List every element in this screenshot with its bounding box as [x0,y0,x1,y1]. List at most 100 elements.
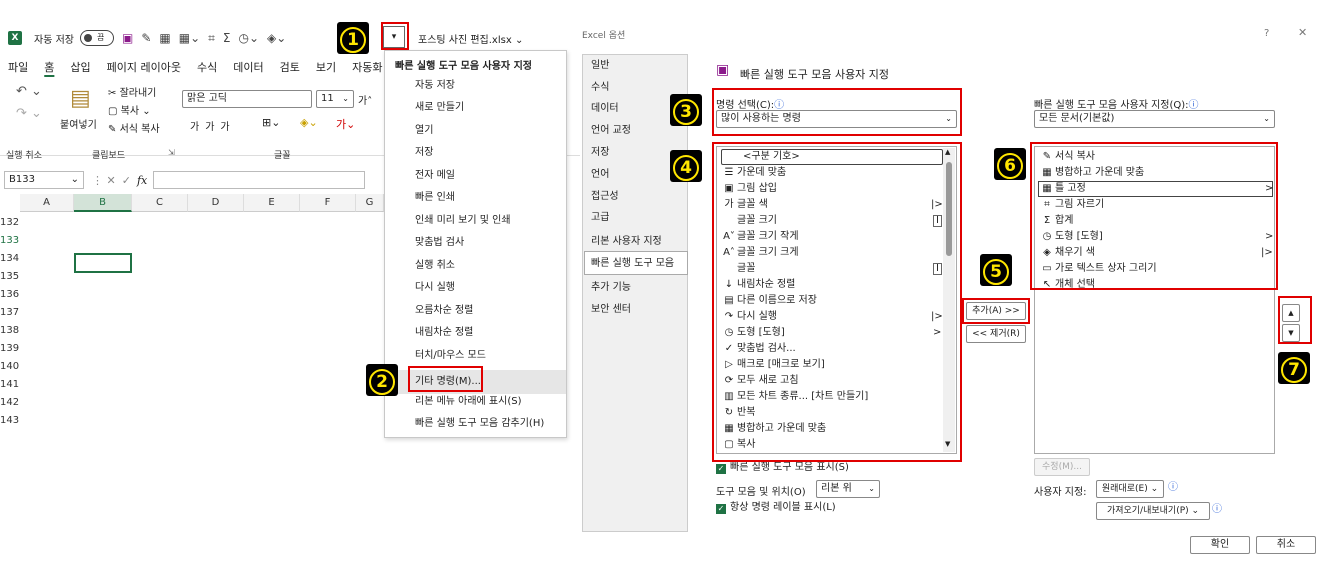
menu-item[interactable]: 오름차순 정렬 [415,302,473,320]
menu-item[interactable]: 다시 실행 [415,279,455,297]
fill-color-icon[interactable]: ◈⌄ [267,31,286,45]
menu-item[interactable]: 인쇄 미리 보기 및 인쇄 [415,212,511,230]
tab-page-layout[interactable]: 페이지 레이아웃 [99,58,189,78]
menu-item[interactable]: 실행 취소 [415,257,455,275]
row-header[interactable]: 137 [0,304,20,322]
row-header[interactable]: 134 [0,250,20,268]
border-icon[interactable]: ⊞⌄ [262,116,280,129]
column-header[interactable]: D [188,194,244,212]
help-icon[interactable]: ? [1264,28,1269,39]
font-color-icon[interactable]: 가⌄ [336,116,355,132]
formula-input[interactable] [153,171,366,189]
row-header[interactable]: 140 [0,358,20,376]
nav-item[interactable]: 일반 [591,57,609,75]
close-icon[interactable]: ✕ [1298,26,1307,39]
confirm-entry-icon[interactable]: ✓ [122,174,131,187]
tab-home[interactable]: 홈 [36,58,62,78]
nav-item[interactable]: 리본 사용자 지정 [591,233,662,251]
nav-item[interactable]: 언어 교정 [591,122,631,140]
menu-item[interactable]: 자동 저장 [415,77,455,95]
menu-item[interactable]: 터치/마우스 모드 [415,347,486,365]
row-header[interactable]: 142 [0,394,20,412]
file-name[interactable]: 포스팅 사진 편집.xlsx ⌄ [418,31,523,46]
format-painter-icon[interactable]: ✎ [141,31,151,45]
row-header[interactable]: 141 [0,376,20,394]
tab-review[interactable]: 검토 [272,58,308,78]
format-painter-button[interactable]: ✎ 서식 복사 [108,120,160,135]
shape-icon[interactable]: ◷⌄ [239,31,260,45]
column-header[interactable]: C [132,194,188,212]
menu-item[interactable]: 전자 메일 [415,167,455,185]
fx-icon[interactable]: fx [137,174,147,187]
nav-item[interactable]: 추가 기능 [591,279,631,297]
cancel-entry-icon[interactable]: ⋮ ✕ [92,174,116,187]
column-header[interactable]: B [74,194,132,212]
tab-data[interactable]: 데이터 [225,58,271,78]
font-name-combo[interactable]: 맑은 고딕 [182,90,312,108]
modify-button[interactable]: 수정(M)... [1034,458,1090,476]
name-box[interactable]: B133 ⌄ [4,171,84,189]
column-header[interactable]: E [244,194,300,212]
nav-item[interactable]: 데이터 [591,100,619,118]
nav-item[interactable]: 언어 [591,166,609,184]
tab-formulas[interactable]: 수식 [189,58,225,78]
step-badge-1: 1 [337,22,369,54]
always-labels-checkbox[interactable]: ✓ 항상 명령 레이블 표시(L) [716,500,836,516]
increase-font-icon[interactable]: 가˄ [358,92,372,107]
import-export-button[interactable]: 가져오기/내보내기(P) ⌄ [1096,502,1210,520]
nav-item[interactable]: 수식 [591,79,609,97]
font-size-combo[interactable]: 11 ⌄ [316,90,354,108]
cut-button[interactable]: ✂ 잘라내기 [108,84,156,99]
nav-item[interactable]: 보안 센터 [591,301,631,319]
copy-button[interactable]: ▢ 복사 ⌄ [108,102,151,117]
row-header[interactable]: 135 [0,268,20,286]
menu-item[interactable]: 리본 메뉴 아래에 표시(S) [415,393,522,411]
paste-label[interactable]: 붙여넣기 [60,116,97,131]
row-header[interactable]: 136 [0,286,20,304]
sum-icon[interactable]: Σ [223,31,231,45]
crop-icon[interactable]: ⌗ [208,31,215,46]
undo-icon[interactable]: ↶ ⌄ [16,84,42,99]
nav-item[interactable]: 고급 [591,209,609,227]
row-header[interactable]: 143 [0,412,20,430]
menu-item[interactable]: 맞춤법 검사 [415,234,464,252]
step-badge-6: 6 [994,148,1026,180]
show-qat-checkbox[interactable]: ✓ 빠른 실행 도구 모음 표시(S) [716,460,849,476]
tab-view[interactable]: 보기 [308,58,344,78]
menu-item[interactable]: 새로 만들기 [415,99,464,117]
bold-italic-underline-icons[interactable]: 가가가 [190,118,236,133]
reset-button[interactable]: 원래대로(E) ⌄ [1096,480,1164,498]
save-icon[interactable]: ▣ [122,31,133,45]
nav-item[interactable]: 저장 [591,144,609,162]
remove-button[interactable]: << 제거(R) [966,325,1026,343]
row-header[interactable]: 139 [0,340,20,358]
paste-icon[interactable]: ▤ [70,86,91,111]
selected-cell[interactable] [74,253,132,273]
freeze-panes-icon[interactable]: ▦⌄ [179,31,200,45]
menu-item[interactable]: 저장 [415,144,433,162]
excel-logo-icon: X [8,31,22,45]
nav-item[interactable]: 접근성 [591,188,619,206]
menu-item[interactable]: 빠른 실행 도구 모음 감추기(H) [415,415,544,433]
row-header[interactable]: 133 [0,232,20,250]
merge-center-icon[interactable]: ▦ [159,31,170,45]
column-header[interactable]: G [356,194,384,212]
column-header[interactable]: F [300,194,356,212]
customize-qat-combo[interactable]: 모든 문서(기본값) ⌄ [1034,110,1275,128]
row-header[interactable]: 138 [0,322,20,340]
menu-item[interactable]: 빠른 인쇄 [415,189,455,207]
row-header[interactable]: 132 [0,214,20,232]
clipboard-launcher-icon[interactable]: ⇲ [168,148,175,157]
tab-file[interactable]: 파일 [0,58,36,78]
position-combo[interactable]: 리본 위 ⌄ [816,480,880,498]
autosave-toggle[interactable]: 끔 [79,30,114,46]
redo-icon[interactable]: ↷ ⌄ [16,106,42,121]
nav-item-quick-access[interactable]: 빠른 실행 도구 모음 [591,255,674,273]
fill-color-ribbon-icon[interactable]: ◈⌄ [300,116,318,129]
menu-item[interactable]: 열기 [415,122,433,140]
cancel-button[interactable]: 취소 [1256,536,1316,554]
menu-item[interactable]: 내림차순 정렬 [415,324,473,342]
ok-button[interactable]: 확인 [1190,536,1250,554]
column-header[interactable]: A [20,194,74,212]
tab-insert[interactable]: 삽입 [62,58,98,78]
